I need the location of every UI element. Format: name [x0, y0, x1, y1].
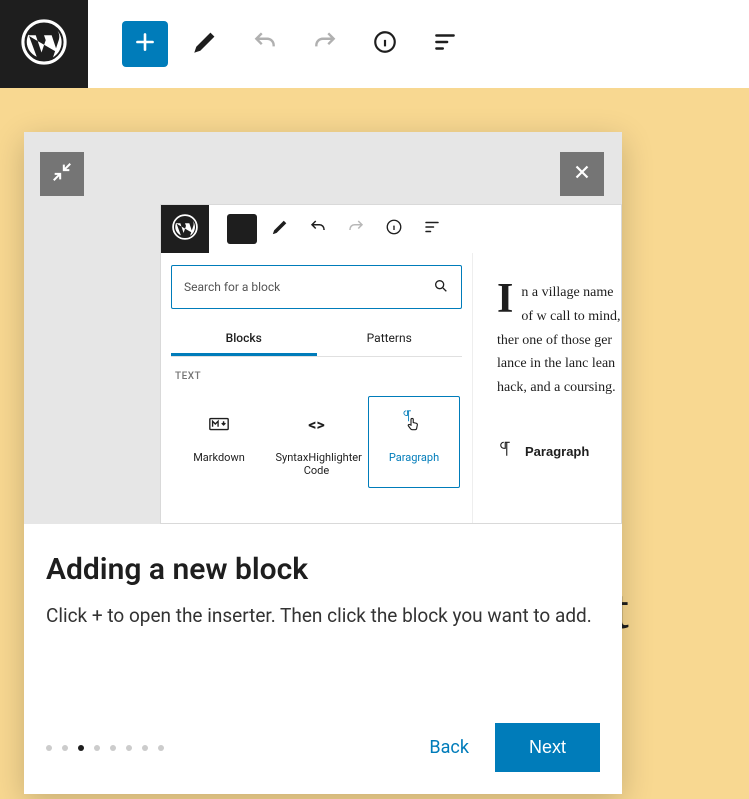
plus-icon	[132, 29, 158, 59]
dropcap: I	[497, 281, 521, 317]
block-label: SyntaxHighlighter Code	[276, 451, 358, 477]
inserter-tabs: Blocks Patterns	[171, 323, 462, 357]
block-label: Paragraph	[373, 451, 455, 464]
preview-add-button	[227, 214, 257, 244]
code-icon: <>	[276, 411, 358, 437]
paragraph-icon	[373, 411, 455, 437]
dot	[94, 745, 100, 751]
dot	[62, 745, 68, 751]
block-search-input: Search for a block	[171, 265, 462, 309]
undo-button[interactable]	[242, 21, 288, 67]
dot	[46, 745, 52, 751]
tour-progress-dots	[46, 745, 164, 751]
redo-icon	[312, 29, 338, 59]
preview-wp-logo	[161, 205, 209, 253]
block-syntax-highlighter: <> SyntaxHighlighter Code	[271, 396, 363, 488]
preview-edit-button	[265, 214, 295, 244]
close-icon	[571, 161, 593, 187]
toolbar-actions	[88, 21, 468, 67]
minimize-button[interactable]	[40, 152, 84, 196]
preview-undo-button	[303, 214, 333, 244]
info-icon	[372, 29, 398, 59]
add-block-button[interactable]	[122, 21, 168, 67]
outline-icon	[432, 29, 458, 59]
tour-content: Adding a new block Click + to open the i…	[24, 524, 622, 794]
tour-footer: Back Next	[46, 723, 600, 772]
search-icon	[433, 278, 449, 297]
close-button[interactable]	[560, 152, 604, 196]
wordpress-logo-icon	[172, 214, 198, 244]
preview-outline-button	[417, 214, 447, 244]
editor-preview: Search for a block Blocks Patterns TEXT …	[160, 204, 622, 524]
back-button[interactable]: Back	[429, 737, 469, 758]
outline-icon	[423, 218, 441, 240]
editor-top-toolbar	[0, 0, 749, 88]
tab-blocks: Blocks	[171, 323, 317, 356]
undo-icon	[309, 218, 327, 240]
tab-patterns: Patterns	[317, 323, 463, 356]
para-marker-label: Paragraph	[525, 441, 589, 463]
dot-active	[78, 745, 84, 751]
info-icon	[385, 218, 403, 240]
markdown-icon	[178, 411, 260, 437]
wordpress-logo-icon	[21, 19, 67, 69]
tour-modal: Search for a block Blocks Patterns TEXT …	[24, 132, 622, 794]
dot	[126, 745, 132, 751]
preview-content: I n a village name of w call to mind, th…	[473, 253, 621, 523]
tour-illustration: Search for a block Blocks Patterns TEXT …	[24, 132, 622, 524]
block-inserter-panel: Search for a block Blocks Patterns TEXT …	[161, 253, 473, 523]
preview-toolbar	[161, 205, 621, 253]
preview-info-button	[379, 214, 409, 244]
dot	[158, 745, 164, 751]
plus-icon	[233, 218, 251, 240]
preview-story: I n a village name of w call to mind, th…	[497, 281, 621, 400]
undo-icon	[252, 29, 278, 59]
block-markdown: Markdown	[173, 396, 265, 488]
para-marker: Paragraph	[497, 440, 621, 465]
tour-title: Adding a new block	[46, 552, 600, 587]
preview-actions	[209, 214, 447, 244]
search-placeholder: Search for a block	[184, 280, 280, 294]
pencil-icon	[192, 29, 218, 59]
edit-tool-button[interactable]	[182, 21, 228, 67]
paragraph-icon	[497, 440, 515, 465]
minimize-icon	[51, 161, 73, 187]
block-paragraph: Paragraph	[368, 396, 460, 488]
block-label: Markdown	[178, 451, 260, 464]
info-button[interactable]	[362, 21, 408, 67]
redo-button[interactable]	[302, 21, 348, 67]
pencil-icon	[271, 218, 289, 240]
block-grid: Markdown <> SyntaxHighlighter Code Parag…	[171, 390, 462, 494]
next-button[interactable]: Next	[495, 723, 600, 772]
dot	[110, 745, 116, 751]
dot	[142, 745, 148, 751]
redo-icon	[347, 218, 365, 240]
tour-actions: Back Next	[429, 723, 600, 772]
tour-description: Click + to open the inserter. Then click…	[46, 601, 600, 630]
outline-button[interactable]	[422, 21, 468, 67]
wordpress-logo-tile[interactable]	[0, 0, 88, 88]
preview-redo-button	[341, 214, 371, 244]
inserter-section-label: TEXT	[171, 357, 462, 390]
